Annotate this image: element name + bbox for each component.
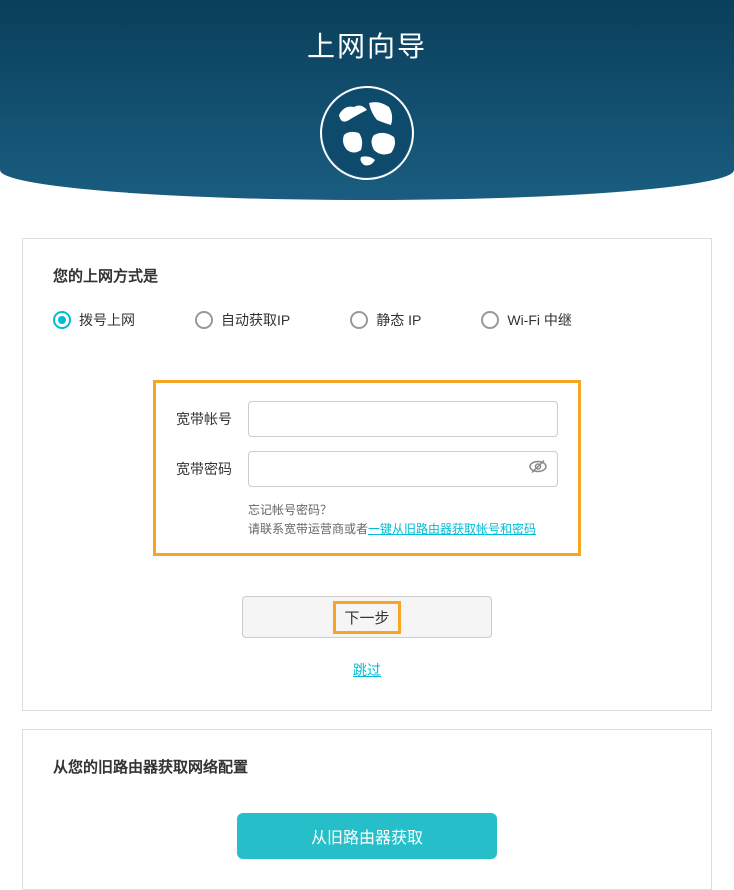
hint-text: 忘记帐号密码？ 请联系宽带运营商或者一键从旧路由器获取帐号和密码 [248,501,558,539]
connection-type-radio-group: 拨号上网 自动获取IP 静态 IP Wi-Fi 中继 [53,310,681,330]
fetch-old-router-button[interactable]: 从旧路由器获取 [237,813,497,859]
hint-line2-prefix: 请联系宽带运营商或者 [248,522,368,536]
eye-icon[interactable] [528,457,548,482]
old-router-title: 从您的旧路由器获取网络配置 [53,756,681,777]
account-input[interactable] [248,401,558,437]
radio-label: 拨号上网 [79,310,135,330]
radio-option-wifi-repeat[interactable]: Wi-Fi 中继 [481,310,572,330]
globe-icon [319,85,415,181]
password-label: 宽带密码 [176,459,248,479]
radio-circle [350,311,368,329]
globe-icon-container [0,85,734,186]
account-row: 宽带帐号 [176,401,558,437]
password-row: 宽带密码 [176,451,558,487]
next-button[interactable]: 下一步 [242,596,492,638]
radio-label: 自动获取IP [221,310,290,330]
wizard-header: 上网向导 [0,0,734,200]
radio-circle [53,311,71,329]
old-router-card: 从您的旧路由器获取网络配置 从旧路由器获取 [22,729,712,890]
skip-link[interactable]: 跳过 [53,660,681,680]
password-wrapper [248,451,558,487]
hint-line1: 忘记帐号密码？ [248,503,332,517]
next-button-highlight: 下一步 [333,601,400,634]
password-input[interactable] [248,451,558,487]
radio-option-pppoe[interactable]: 拨号上网 [53,310,135,330]
radio-circle [481,311,499,329]
credentials-form-box: 宽带帐号 宽带密码 忘记帐号密码？ 请联系宽带运营商或者一键从旧路由器获取帐号和… [153,380,581,556]
fetch-from-old-router-link[interactable]: 一键从旧路由器获取帐号和密码 [368,522,536,536]
radio-circle [195,311,213,329]
radio-label: Wi-Fi 中继 [507,310,572,330]
radio-dot [58,316,66,324]
radio-option-static[interactable]: 静态 IP [350,310,421,330]
page-title: 上网向导 [0,25,734,65]
radio-label: 静态 IP [376,310,421,330]
account-label: 宽带帐号 [176,409,248,429]
connection-type-title: 您的上网方式是 [53,265,681,286]
connection-type-card: 您的上网方式是 拨号上网 自动获取IP 静态 IP Wi-Fi 中继 宽带帐号 … [22,238,712,711]
radio-option-dhcp[interactable]: 自动获取IP [195,310,290,330]
